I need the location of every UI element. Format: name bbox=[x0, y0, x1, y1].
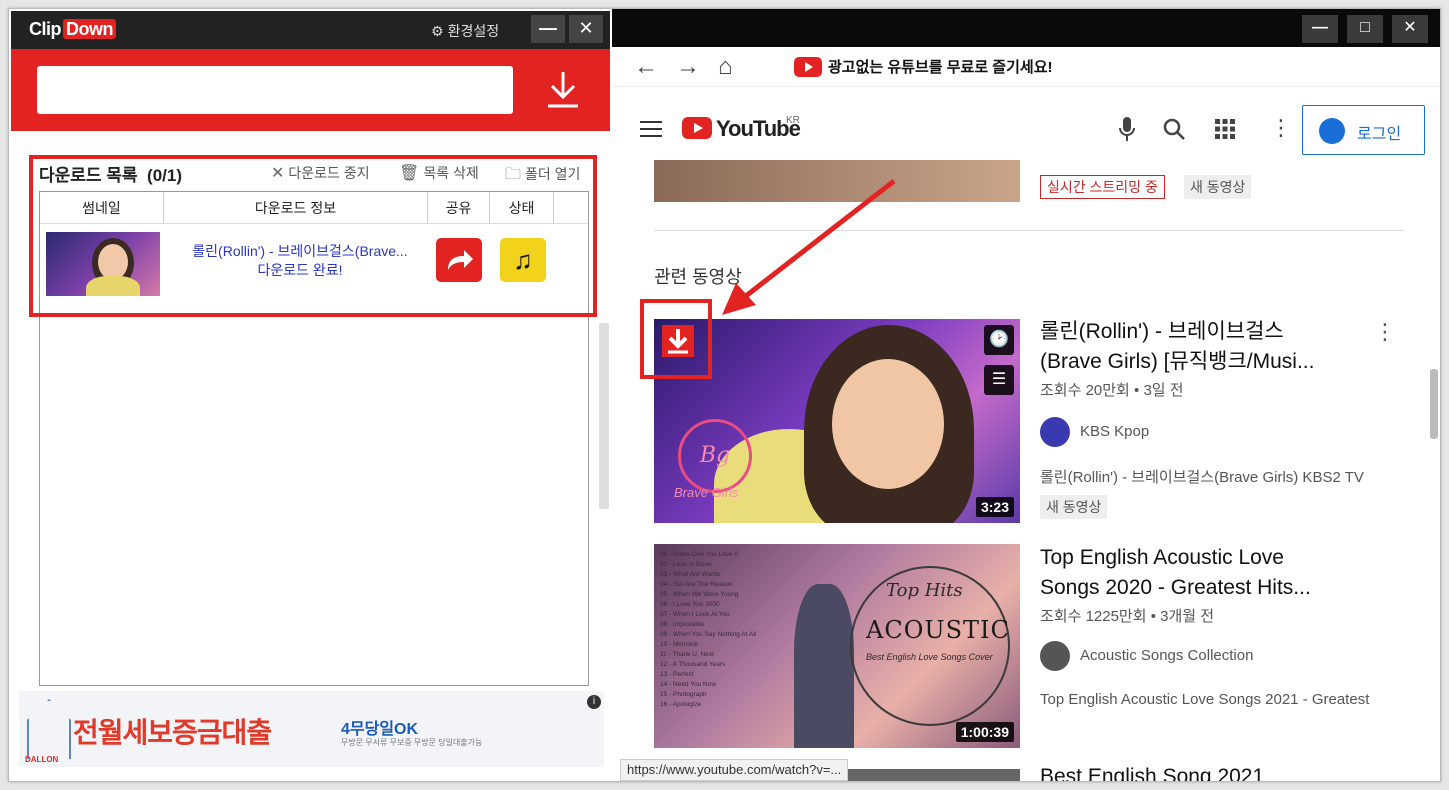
cover-subtitle: Best English Love Songs Cover bbox=[866, 652, 993, 662]
ad-small-text: 무방문 무서류 무보증 무방문 당일대출가능 bbox=[341, 738, 483, 747]
video-description: 롤린(Rollin') - 브레이브걸스(Brave Girls) KBS2 T… bbox=[1040, 469, 1364, 486]
account-icon bbox=[1319, 118, 1345, 144]
maximize-button[interactable]: □ bbox=[1347, 15, 1383, 43]
pointer-arrow bbox=[722, 179, 896, 315]
ad-headline: 전월세보증금대출 bbox=[73, 717, 272, 748]
channel-name[interactable]: Acoustic Songs Collection bbox=[1080, 647, 1253, 664]
login-button[interactable]: 로그인 bbox=[1302, 105, 1425, 155]
ad-brand: DALLON bbox=[25, 755, 59, 764]
video-title[interactable]: 롤린(Rollin') - 브레이브걸스 (Brave Girls) [뮤직뱅크/… bbox=[1040, 317, 1314, 377]
watch-later-icon[interactable]: 🕑 bbox=[984, 325, 1014, 355]
ad-tagline: 4무당일OK bbox=[341, 721, 419, 738]
more-vert-icon[interactable]: ⋮ bbox=[1270, 115, 1292, 141]
house-icon bbox=[27, 699, 71, 759]
youtube-icon bbox=[794, 57, 822, 77]
home-icon[interactable]: ⌂ bbox=[718, 53, 733, 81]
highlight-box-download-button bbox=[640, 299, 712, 379]
channel-name[interactable]: KBS Kpop bbox=[1080, 423, 1149, 440]
browser-navbar: ← → ⌂ 광고없는 유튜브를 무료로 즐기세요! bbox=[612, 47, 1440, 87]
guitar-girl-illustration bbox=[794, 584, 854, 748]
minimize-button[interactable]: — bbox=[1302, 15, 1338, 43]
close-button[interactable]: ✕ bbox=[1392, 15, 1428, 43]
live-streaming-badge: 실시간 스트리밍 중 bbox=[1040, 175, 1165, 199]
clipdown-logo: Clip Down bbox=[29, 19, 116, 40]
channel-avatar[interactable] bbox=[1040, 641, 1070, 671]
screenshot-frame: Clip Down ⚙ 환경설정 — ✕ 다운로드 목록 (0/1) ✕ 다운로드 중… bbox=[8, 8, 1441, 782]
clipdown-window: Clip Down ⚙ 환경설정 — ✕ 다운로드 목록 (0/1) ✕ 다운로드 중… bbox=[11, 11, 610, 781]
close-button[interactable]: ✕ bbox=[569, 15, 603, 43]
channel-avatar[interactable] bbox=[1040, 417, 1070, 447]
panel-splitter[interactable] bbox=[599, 323, 609, 509]
apps-grid-icon[interactable] bbox=[1215, 119, 1235, 139]
ad-banner[interactable]: 전월세보증금대출 4무당일OK 무방문 무서류 무보증 무방문 당일대출가능 D… bbox=[19, 691, 604, 767]
add-to-queue-icon[interactable]: ☰ bbox=[984, 365, 1014, 395]
scrollbar[interactable] bbox=[1430, 369, 1438, 439]
brave-girls-logo: Bg bbox=[678, 419, 752, 493]
video-title[interactable]: Best English Song 2021 bbox=[1040, 765, 1264, 781]
back-icon[interactable]: ← bbox=[634, 53, 658, 81]
gear-icon: ⚙ bbox=[431, 23, 444, 39]
download-icon[interactable] bbox=[545, 70, 581, 110]
menu-icon[interactable] bbox=[640, 121, 662, 137]
forward-icon[interactable]: → bbox=[676, 53, 700, 81]
promo-text[interactable]: 광고없는 유튜브를 무료로 즐기세요! bbox=[828, 56, 1053, 77]
minimize-button[interactable]: — bbox=[531, 15, 565, 43]
more-vert-icon[interactable]: ⋮ bbox=[1374, 319, 1396, 345]
url-bar-area bbox=[11, 49, 610, 131]
youtube-logo-icon[interactable] bbox=[682, 117, 712, 139]
song-list: 01 - Some One You Love 0 02 - Love Is Go… bbox=[660, 551, 757, 708]
clipdown-titlebar: Clip Down ⚙ 환경설정 — ✕ bbox=[11, 11, 610, 49]
cover-acoustic: ACOUSTIC bbox=[866, 616, 1010, 644]
highlight-box-download-list bbox=[29, 155, 597, 317]
cover-top-hits: Top Hits bbox=[886, 580, 963, 601]
video-duration: 3:23 bbox=[975, 497, 1014, 517]
video-meta: 조회수 1225만회 • 3개월 전 bbox=[1040, 608, 1215, 625]
settings-button[interactable]: ⚙ 환경설정 bbox=[431, 21, 499, 41]
browser-titlebar: — □ ✕ bbox=[612, 9, 1440, 47]
video-meta: 조회수 20만회 • 3일 전 bbox=[1040, 382, 1184, 399]
search-icon[interactable] bbox=[1162, 117, 1186, 141]
video-description: Top English Acoustic Love Songs 2021 - G… bbox=[1040, 691, 1370, 708]
video-title[interactable]: Top English Acoustic Love Songs 2020 - Gr… bbox=[1040, 543, 1311, 603]
youtube-header: YouTube KR ⋮ 로그인 bbox=[612, 87, 1425, 169]
info-icon[interactable]: i bbox=[587, 695, 601, 709]
new-video-badge: 새 동영상 bbox=[1184, 175, 1252, 199]
video-thumbnail[interactable]: 01 - Some One You Love 0 02 - Love Is Go… bbox=[654, 544, 1020, 748]
new-video-badge: 새 동영상 bbox=[1040, 495, 1108, 519]
status-url: https://www.youtube.com/watch?v=... bbox=[620, 759, 849, 781]
region-code: KR bbox=[786, 115, 800, 126]
video-duration: 1:00:39 bbox=[955, 722, 1014, 742]
microphone-icon[interactable] bbox=[1117, 115, 1137, 143]
url-input[interactable] bbox=[37, 66, 513, 114]
brave-girls-text: Brave Girls bbox=[674, 485, 739, 500]
browser-window: — □ ✕ ← → ⌂ 광고없는 유튜브를 무료로 즐기세요! YouTube … bbox=[612, 9, 1440, 781]
